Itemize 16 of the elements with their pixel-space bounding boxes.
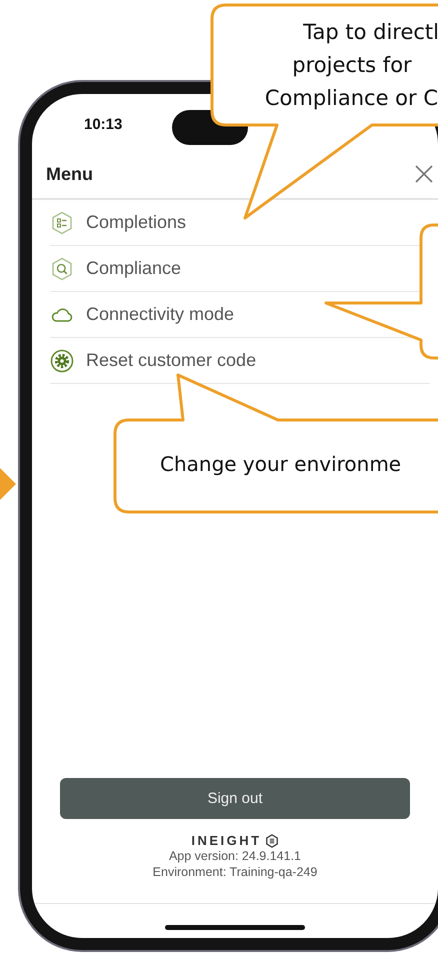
app-version-text: App version: 24.9.141.1 [168, 848, 302, 864]
brand-logo-text: INEIGHT [191, 833, 262, 848]
callout-text: Tap to directl [303, 19, 438, 46]
arrow-pointer-icon [0, 468, 16, 500]
callout-text: projects for [292, 52, 412, 79]
checklist-icon [50, 210, 74, 234]
close-icon[interactable] [414, 164, 434, 184]
gear-icon [50, 348, 74, 372]
callout-text: Compliance or C [264, 85, 438, 112]
status-time: 10:13 [84, 116, 122, 133]
search-icon [50, 256, 74, 280]
logo-mark-icon [264, 834, 279, 848]
menu-title: Menu [46, 164, 93, 184]
callout-text: Change your environme [160, 452, 402, 476]
sign-out-button[interactable]: Sign out [60, 778, 410, 819]
environment-text: Environment: Training-qa-249 [152, 864, 318, 880]
